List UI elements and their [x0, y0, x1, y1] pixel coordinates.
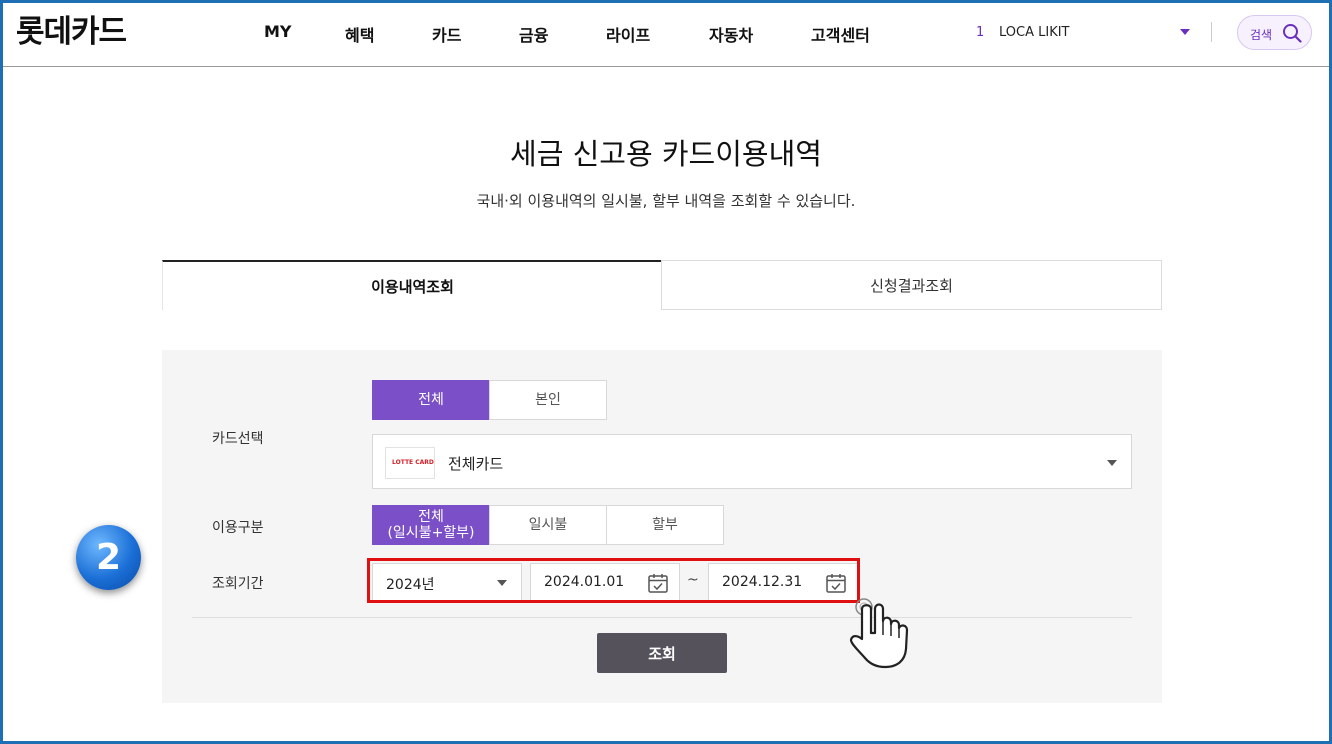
usage-option-all[interactable]: 전체 (일시불+할부) — [372, 505, 490, 545]
tab-application-results[interactable]: 신청결과조회 — [661, 260, 1162, 310]
user-menu-caret-icon[interactable] — [1180, 29, 1190, 35]
card-thumbnail-text: LOTTE CARD — [392, 459, 434, 466]
nav-item-my[interactable]: MY — [264, 22, 292, 41]
page-title: 세금 신고용 카드이용내역 — [510, 137, 822, 171]
calendar-icon[interactable] — [825, 572, 847, 594]
usage-option-installment[interactable]: 할부 — [606, 505, 724, 545]
year-select[interactable]: 2024년 — [372, 563, 522, 601]
end-date-input[interactable]: 2024.12.31 — [708, 563, 858, 601]
chevron-down-icon — [497, 580, 507, 586]
start-date-value: 2024.01.01 — [544, 574, 625, 590]
search-button[interactable]: 검색 — [1237, 15, 1312, 50]
calendar-icon[interactable] — [647, 572, 669, 594]
lotte-card-logo[interactable]: 롯데카드 — [16, 6, 127, 51]
step-number-badge: 2 — [76, 525, 141, 590]
year-select-value: 2024년 — [386, 577, 435, 593]
chevron-down-icon — [1107, 460, 1117, 466]
nav-item-finance[interactable]: 금융 — [519, 22, 548, 46]
nav-item-car[interactable]: 자동차 — [709, 22, 753, 46]
owner-option-self[interactable]: 본인 — [489, 380, 607, 420]
user-name[interactable]: LOCA LIKIT — [999, 25, 1070, 40]
nav-item-customer-center[interactable]: 고객센터 — [811, 22, 870, 46]
card-select-value: 전체카드 — [448, 455, 504, 473]
owner-option-all[interactable]: 전체 — [372, 380, 490, 420]
usage-option-lump-sum[interactable]: 일시불 — [489, 505, 607, 545]
card-thumbnail: LOTTE CARD — [385, 447, 435, 479]
usage-type-label: 이용구분 — [212, 520, 264, 536]
pointing-hand-icon — [849, 598, 909, 669]
card-select-label: 카드선택 — [212, 431, 264, 447]
period-label: 조회기간 — [212, 576, 264, 592]
usage-option-all-line2: (일시불+할부) — [387, 525, 475, 541]
search-icon — [1283, 24, 1302, 43]
page-description: 국내·외 이용내역의 일시불, 할부 내역을 조회할 수 있습니다. — [476, 192, 856, 210]
search-submit-button[interactable]: 조회 — [597, 633, 727, 673]
header-divider — [1211, 22, 1212, 42]
user-count: 1 — [976, 25, 985, 40]
form-divider — [192, 617, 1132, 618]
nav-item-cards[interactable]: 카드 — [432, 22, 461, 46]
end-date-value: 2024.12.31 — [722, 574, 803, 590]
card-select-dropdown[interactable]: LOTTE CARD 전체카드 — [372, 434, 1132, 489]
global-header: 롯데카드 MY 혜택 카드 금융 라이프 자동차 고객센터 1 LOCA LIK… — [0, 0, 1332, 67]
usage-option-all-line1: 전체 — [418, 509, 444, 525]
start-date-input[interactable]: 2024.01.01 — [530, 563, 680, 601]
search-button-label: 검색 — [1250, 28, 1273, 42]
nav-item-life[interactable]: 라이프 — [606, 22, 650, 46]
tab-usage-history[interactable]: 이용내역조회 — [162, 260, 662, 310]
date-range-separator: ~ — [687, 572, 699, 588]
nav-item-benefits[interactable]: 혜택 — [345, 22, 374, 46]
